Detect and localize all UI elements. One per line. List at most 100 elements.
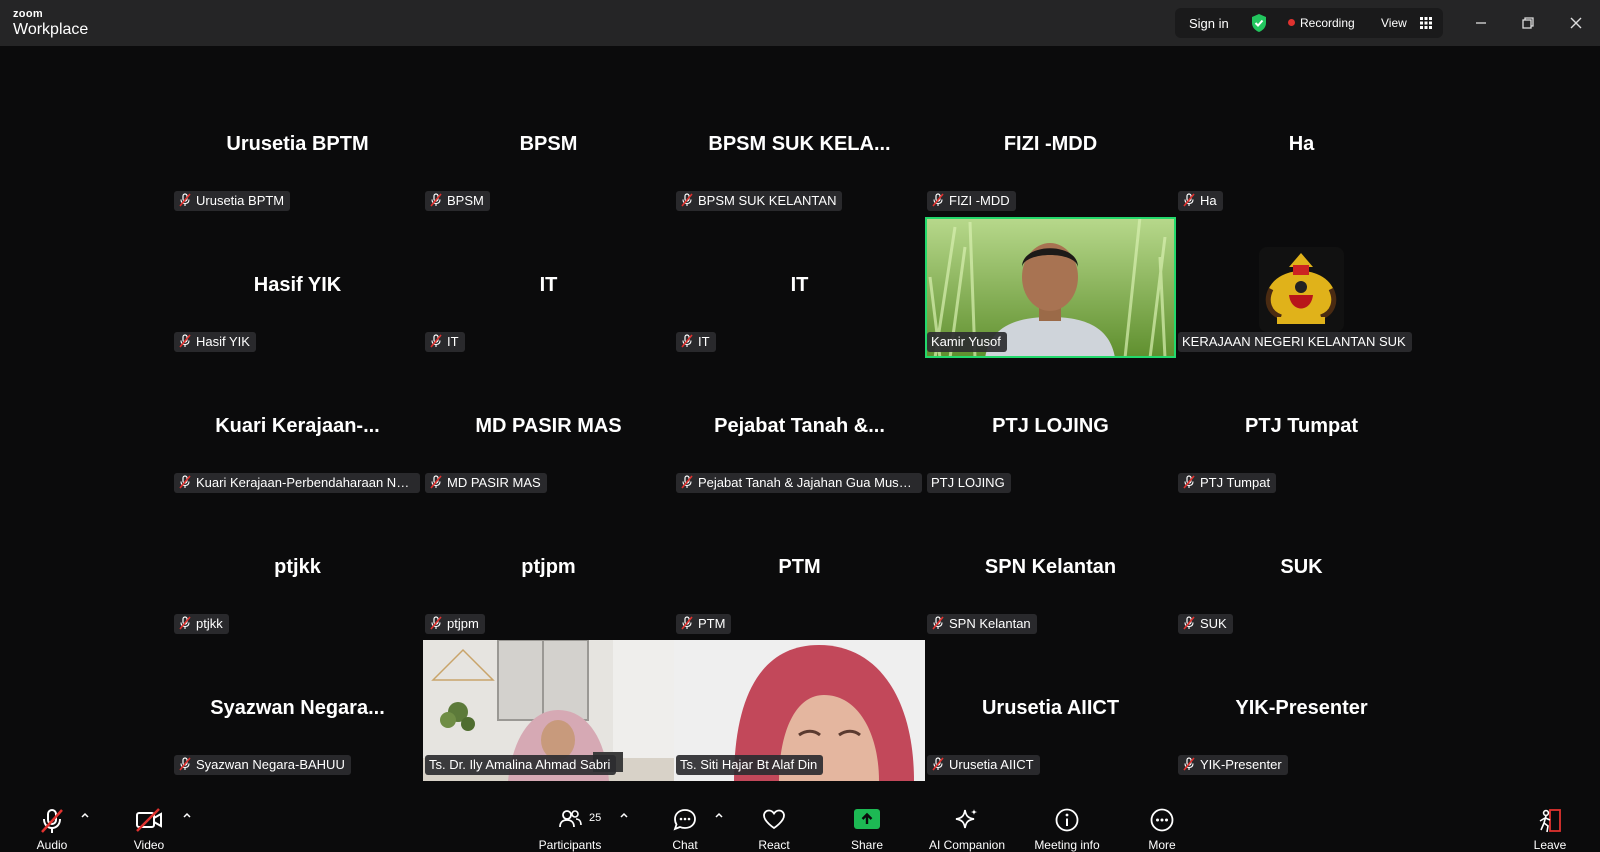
- mic-muted-icon: [179, 757, 191, 771]
- mic-muted-icon: [681, 475, 693, 489]
- participant-name-label: SPN Kelantan: [949, 616, 1031, 631]
- participant-tile[interactable]: BPSM SUK KELA... BPSM SUK KELANTAN: [674, 76, 925, 217]
- shield-check-icon[interactable]: [1250, 13, 1268, 33]
- share-label: Share: [850, 838, 884, 852]
- view-button[interactable]: View: [1381, 16, 1407, 30]
- camera-off-icon: [136, 808, 162, 832]
- mic-muted-icon: [430, 616, 442, 630]
- participant-name-label: ptjpm: [447, 616, 479, 631]
- participant-name-tag: BPSM: [425, 191, 490, 211]
- sign-in-button[interactable]: Sign in: [1189, 16, 1229, 31]
- close-icon[interactable]: [1566, 13, 1586, 33]
- minimize-icon[interactable]: [1471, 13, 1491, 33]
- ai-companion-button[interactable]: AI Companion: [922, 799, 1012, 852]
- participant-display-name: PTJ Tumpat: [1245, 415, 1358, 437]
- participants-button[interactable]: Participants: [525, 799, 615, 852]
- participant-tile[interactable]: Hasif YIK Hasif YIK: [172, 217, 423, 358]
- mic-muted-icon: [1183, 616, 1195, 630]
- react-label: React: [758, 838, 790, 852]
- participant-name-label: Kuari Kerajaan-Perbendaharaan Neg...: [196, 475, 420, 490]
- participant-name-label: Hasif YIK: [196, 334, 250, 349]
- participant-tile[interactable]: Pejabat Tanah &... Pejabat Tanah & Jajaha…: [674, 358, 925, 499]
- mic-muted-icon: [932, 193, 944, 207]
- participant-tile[interactable]: PTJ Tumpat PTJ Tumpat: [1176, 358, 1427, 499]
- participant-display-name: BPSM SUK KELA...: [708, 133, 891, 155]
- participant-name-label: IT: [447, 334, 459, 349]
- kelantan-crest: [1259, 247, 1344, 332]
- participant-name-tag: MD PASIR MAS: [425, 473, 547, 493]
- grid-icon[interactable]: [1420, 17, 1432, 29]
- participant-tile[interactable]: FIZI -MDD FIZI -MDD: [925, 76, 1176, 217]
- participant-display-name: BPSM: [519, 133, 578, 155]
- participant-tile[interactable]: Syazwan Negara... Syazwan Negara-BAHUU: [172, 640, 423, 781]
- restore-icon[interactable]: [1518, 13, 1538, 33]
- participant-name-label: Urusetia AIICT: [949, 757, 1034, 772]
- participant-tile[interactable]: SUK SUK: [1176, 499, 1427, 640]
- participant-display-name: MD PASIR MAS: [475, 415, 622, 437]
- participant-tile[interactable]: PTJ LOJING PTJ LOJING: [925, 358, 1176, 499]
- participant-tile[interactable]: SPN Kelantan SPN Kelantan: [925, 499, 1176, 640]
- participant-name-label: PTM: [698, 616, 726, 631]
- participant-display-name: FIZI -MDD: [1003, 133, 1098, 155]
- more-button[interactable]: More: [1117, 799, 1207, 852]
- audio-button[interactable]: Audio: [7, 799, 97, 852]
- video-button[interactable]: Video: [104, 799, 194, 852]
- mic-muted-icon: [179, 475, 191, 489]
- participant-tile[interactable]: BPSM BPSM: [423, 76, 674, 217]
- participant-tile[interactable]: Ha Ha: [1176, 76, 1427, 217]
- mic-muted-icon: [681, 334, 693, 348]
- heart-icon: [763, 809, 785, 830]
- participant-display-name: Syazwan Negara...: [210, 697, 385, 719]
- participant-tile[interactable]: Ts. Siti Hajar Bt Alaf Din: [674, 640, 925, 781]
- participant-name-label: PTJ Tumpat: [1200, 475, 1271, 490]
- mic-muted-icon: [1183, 193, 1195, 207]
- participants-count: 25: [589, 812, 602, 824]
- participant-name-tag: PTM: [676, 614, 732, 634]
- leave-button[interactable]: Leave: [1505, 799, 1595, 852]
- chevron-up-icon[interactable]: [619, 810, 629, 820]
- sparkle-icon: [955, 809, 978, 829]
- participant-name-tag: Kuari Kerajaan-Perbendaharaan Neg...: [174, 473, 420, 493]
- share-screen-icon: [854, 809, 880, 829]
- participant-tile[interactable]: MD PASIR MAS MD PASIR MAS: [423, 358, 674, 499]
- participant-name-tag: Ts. Dr. Ily Amalina Ahmad Sabri: [425, 755, 617, 775]
- participant-display-name: ptjkk: [274, 556, 321, 578]
- participant-display-name: Urusetia AIICT: [981, 697, 1120, 719]
- mic-muted-icon: [1183, 757, 1195, 771]
- video-label: Video: [133, 838, 165, 852]
- react-button[interactable]: React: [729, 799, 819, 852]
- participant-tile[interactable]: PTM PTM: [674, 499, 925, 640]
- participant-tile[interactable]: Kamir Yusof: [925, 217, 1176, 358]
- chevron-up-icon[interactable]: [182, 810, 192, 820]
- participant-tile[interactable]: Urusetia AIICT Urusetia AIICT: [925, 640, 1176, 781]
- chat-button[interactable]: Chat: [640, 799, 730, 852]
- meeting-info-button[interactable]: Meeting info: [1022, 799, 1112, 852]
- participant-tile[interactable]: ptjpm ptjpm: [423, 499, 674, 640]
- mic-muted-icon: [179, 193, 191, 207]
- meeting-toolbar: Audio Video Participants 25 Chat React S…: [0, 799, 1600, 852]
- participant-tile[interactable]: YIK-Presenter YIK-Presenter: [1176, 640, 1427, 781]
- chevron-up-icon[interactable]: [80, 810, 90, 820]
- recording-indicator[interactable]: Recording: [1288, 16, 1355, 30]
- chevron-up-icon[interactable]: [714, 810, 724, 820]
- participant-tile[interactable]: IT IT: [674, 217, 925, 358]
- participant-tile[interactable]: Kuari Kerajaan-... Kuari Kerajaan-Perbend…: [172, 358, 423, 499]
- participant-tile[interactable]: Urusetia BPTM Urusetia BPTM: [172, 76, 423, 217]
- participant-display-name: Urusetia BPTM: [226, 133, 369, 155]
- leave-label: Leave: [1533, 838, 1567, 852]
- participant-tile[interactable]: Ts. Dr. Ily Amalina Ahmad Sabri: [423, 640, 674, 781]
- participant-tile[interactable]: KERAJAAN NEGERI KELANTAN SUK: [1176, 217, 1427, 358]
- share-button[interactable]: Share: [822, 799, 912, 852]
- zoom-logo: zoom Workplace: [13, 9, 88, 38]
- recording-label: Recording: [1300, 16, 1355, 30]
- mic-muted-icon: [681, 616, 693, 630]
- mic-muted-icon: [430, 334, 442, 348]
- participant-tile[interactable]: IT IT: [423, 217, 674, 358]
- participant-tile[interactable]: ptjkk ptjkk: [172, 499, 423, 640]
- participant-name-tag: YIK-Presenter: [1178, 755, 1288, 775]
- participant-name-tag: Pejabat Tanah & Jajahan Gua Musang: [676, 473, 922, 493]
- participant-name-tag: ptjkk: [174, 614, 229, 634]
- chat-label: Chat: [672, 838, 698, 852]
- meeting-info-label: Meeting info: [1034, 838, 1100, 852]
- participant-display-name: Hasif YIK: [253, 274, 342, 296]
